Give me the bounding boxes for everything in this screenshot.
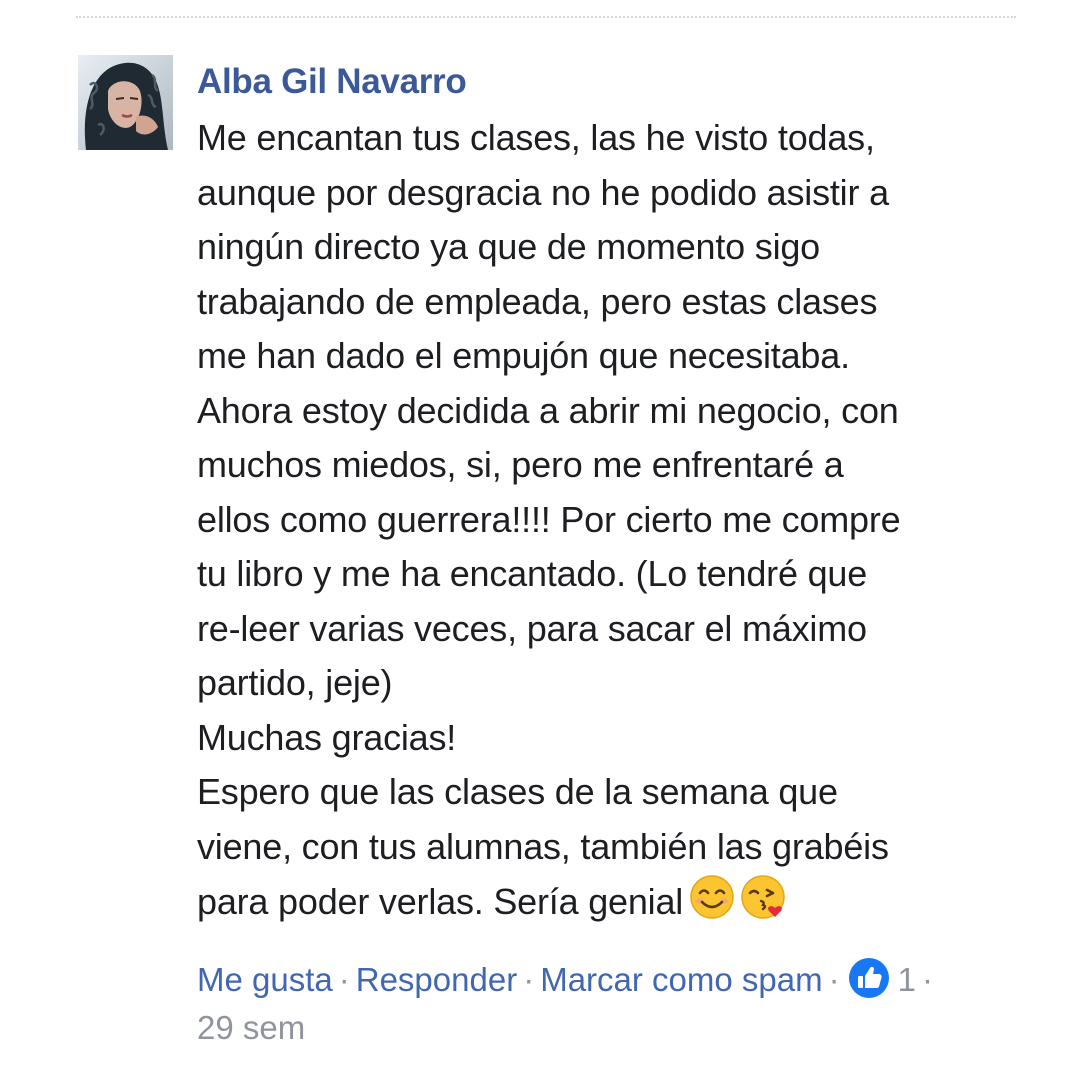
comment-line: re-leer varias veces, para sacar el máxi…: [197, 607, 867, 649]
avatar[interactable]: [78, 55, 173, 150]
comment-line: Espero que las clases de la semana que: [197, 771, 838, 812]
comment-body: Alba Gil Navarro Me encantan tus clases,…: [197, 55, 1040, 1051]
comment-text: Me encantan tus clases, las he visto tod…: [197, 111, 1040, 930]
comment-line: tu libro y me ha encantado. (Lo tendré q…: [197, 553, 868, 594]
separator: ·: [338, 960, 350, 998]
comment-line: Ahora estoy decidida a abrir mi negocio,…: [197, 389, 899, 431]
top-divider: [76, 16, 1016, 18]
timestamp[interactable]: 29 sem: [197, 1005, 1040, 1051]
like-count[interactable]: 1: [898, 961, 916, 998]
like-link[interactable]: Me gusta: [197, 961, 333, 998]
comment-line: Muchas gracias!: [197, 716, 457, 758]
comment-line: aunque por desgracia no he podido asisti…: [197, 171, 889, 213]
comment-line: ningún directo ya que de momento sigo: [197, 226, 821, 267]
separator: ·: [921, 960, 933, 998]
avatar-image: [78, 55, 173, 150]
author-name[interactable]: Alba Gil Navarro: [197, 55, 1040, 109]
comment-line: Me encantan tus clases, las he visto tod…: [197, 117, 875, 158]
comment-line: trabajando de empleada, pero estas clase…: [197, 280, 878, 322]
comment-actions: Me gusta · Responder · Marcar como spam · 1 ·: [197, 956, 1040, 1004]
comment: Alba Gil Navarro Me encantan tus clases,…: [78, 55, 1040, 1080]
separator: ·: [828, 960, 840, 998]
comment-line: muchos miedos, si, pero me enfrentaré a: [197, 444, 844, 485]
comment-line: viene, con tus alumnas, también las grab…: [197, 825, 889, 867]
separator: ·: [523, 960, 535, 998]
smiling-face-with-smiling-eyes-icon: [690, 875, 734, 919]
like-thumb-icon[interactable]: [848, 957, 890, 999]
comment-line: partido, jeje): [197, 662, 393, 703]
comment-line: ellos como guerrera!!!! Por cierto me co…: [197, 498, 901, 540]
comment-line-text: para poder verlas. Sería genial: [197, 881, 684, 922]
reply-link[interactable]: Responder: [356, 961, 517, 998]
comment-line-last: para poder verlas. Sería genial: [197, 874, 1040, 930]
mark-spam-link[interactable]: Marcar como spam: [540, 961, 822, 998]
comment-line: me han dado el empujón que necesitaba.: [197, 335, 850, 376]
face-blowing-kiss-icon: [741, 875, 785, 919]
